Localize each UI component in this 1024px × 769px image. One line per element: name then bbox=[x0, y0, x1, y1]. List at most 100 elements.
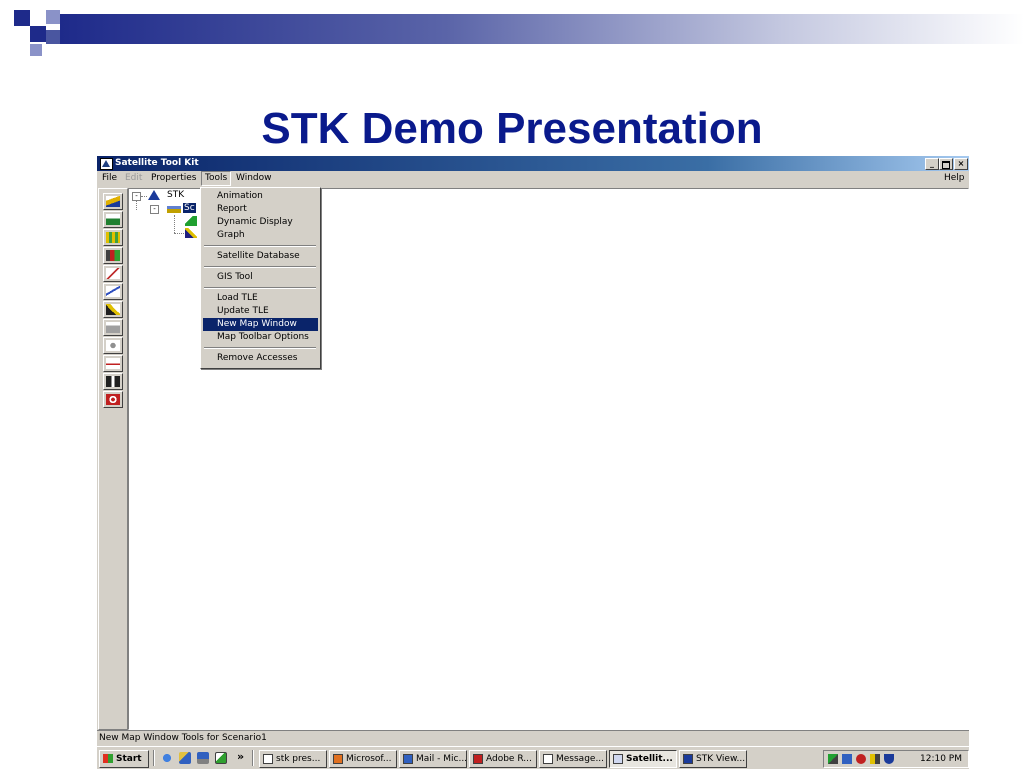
slide-decoration-bar bbox=[60, 14, 1024, 44]
toolbar-button[interactable] bbox=[103, 229, 123, 246]
menu-item-remove-accesses[interactable]: Remove Accesses bbox=[203, 352, 318, 365]
facility-icon bbox=[106, 322, 120, 333]
menu-window[interactable]: Window bbox=[233, 171, 275, 186]
tree-line bbox=[174, 233, 184, 234]
menu-properties[interactable]: Properties bbox=[148, 171, 199, 186]
quicklaunch-more[interactable]: » bbox=[237, 750, 244, 763]
status-text: New Map Window Tools for Scenario1 bbox=[99, 733, 267, 743]
toolbar-button[interactable] bbox=[103, 193, 123, 210]
tree-node-stk[interactable]: STK bbox=[167, 190, 184, 200]
slide-decoration-square bbox=[46, 30, 60, 44]
menu-item-satellite-database[interactable]: Satellite Database bbox=[203, 250, 318, 263]
network-icon[interactable] bbox=[828, 754, 838, 764]
tree-line bbox=[174, 215, 175, 233]
menu-item-dynamic-display[interactable]: Dynamic Display bbox=[203, 216, 318, 229]
scenario-icon bbox=[167, 203, 181, 213]
status-bar: New Map Window Tools for Scenario1 bbox=[97, 730, 969, 745]
menu-item-map-toolbar-options[interactable]: Map Toolbar Options bbox=[203, 331, 318, 344]
toolbar-button[interactable] bbox=[103, 337, 123, 354]
shield-icon[interactable] bbox=[884, 754, 894, 764]
slide-title: STK Demo Presentation bbox=[261, 104, 763, 153]
system-tray: 12:10 PM bbox=[823, 750, 969, 768]
toolbar-button[interactable] bbox=[103, 301, 123, 318]
minimize-button[interactable]: _ bbox=[925, 158, 939, 170]
internet-explorer-icon[interactable] bbox=[161, 752, 173, 764]
toolbar-button[interactable] bbox=[103, 247, 123, 264]
target-icon bbox=[106, 376, 120, 387]
menu-file[interactable]: File bbox=[99, 171, 120, 186]
quicklaunch-divider bbox=[153, 750, 155, 766]
slide-decoration-square bbox=[30, 44, 42, 56]
desktop-icon[interactable] bbox=[197, 752, 209, 764]
menu-separator bbox=[204, 287, 316, 289]
tree-line bbox=[141, 196, 147, 197]
menu-separator bbox=[204, 347, 316, 349]
toolbar-button[interactable] bbox=[103, 211, 123, 228]
message-icon bbox=[543, 754, 553, 764]
start-label: Start bbox=[116, 754, 142, 764]
coverage-icon bbox=[106, 358, 120, 369]
toolbar-button[interactable] bbox=[103, 265, 123, 282]
task-button-adobe-reader[interactable]: Adobe R... bbox=[469, 750, 537, 768]
tree-child-icon bbox=[185, 228, 197, 238]
quicklaunch-divider bbox=[252, 750, 254, 766]
toolbar-button[interactable] bbox=[103, 355, 123, 372]
task-button-stk-presentation[interactable]: stk pres... bbox=[259, 750, 327, 768]
task-button-microsoft[interactable]: Microsof... bbox=[329, 750, 397, 768]
mail-icon bbox=[403, 754, 413, 764]
task-button-stk-view[interactable]: STK View... bbox=[679, 750, 747, 768]
menu-item-animation[interactable]: Animation bbox=[203, 190, 318, 203]
satellite-icon bbox=[106, 196, 120, 207]
grid-icon bbox=[106, 232, 120, 243]
toolbar-button[interactable] bbox=[103, 373, 123, 390]
monitor-icon[interactable] bbox=[842, 754, 852, 764]
menu-item-report[interactable]: Report bbox=[203, 203, 318, 216]
workspace[interactable]: - STK - Sc Animation Report Dynamic Disp… bbox=[128, 187, 969, 730]
building-icon bbox=[106, 250, 120, 261]
clock[interactable]: 12:10 PM bbox=[920, 751, 962, 767]
menu-item-gis-tool[interactable]: GIS Tool bbox=[203, 271, 318, 284]
restore-button[interactable] bbox=[939, 158, 953, 170]
stk-view-icon bbox=[683, 754, 693, 764]
windows-flag-icon bbox=[103, 754, 113, 763]
tree-child-icon bbox=[185, 216, 197, 226]
tree-collapse-toggle[interactable]: - bbox=[150, 205, 159, 214]
channels-icon[interactable] bbox=[215, 752, 227, 764]
volume-icon[interactable] bbox=[870, 754, 880, 764]
menu-item-load-tle[interactable]: Load TLE bbox=[203, 292, 318, 305]
constellation-icon bbox=[106, 340, 120, 351]
tree-node-scenario[interactable]: Sc bbox=[183, 203, 196, 213]
start-button[interactable]: Start bbox=[99, 750, 149, 768]
stk-window: Satellite Tool Kit _ × File Edit Propert… bbox=[97, 156, 969, 769]
menu-item-graph[interactable]: Graph bbox=[203, 229, 318, 242]
task-button-satellite-tool-kit[interactable]: Satellit... bbox=[609, 750, 677, 768]
toolbar-button[interactable] bbox=[103, 319, 123, 336]
menu-separator bbox=[204, 266, 316, 268]
menu-item-new-map-window[interactable]: New Map Window bbox=[203, 318, 318, 331]
antivirus-icon[interactable] bbox=[856, 754, 866, 764]
toolbar-button[interactable] bbox=[103, 283, 123, 300]
bullseye-icon bbox=[106, 394, 120, 405]
satellite-app-icon bbox=[613, 754, 623, 764]
tools-dropdown-menu: Animation Report Dynamic Display Graph S… bbox=[200, 187, 321, 369]
powerpoint-icon bbox=[333, 754, 343, 764]
menu-item-update-tle[interactable]: Update TLE bbox=[203, 305, 318, 318]
taskbar: Start » stk pres... Microsof... Mail - M… bbox=[97, 746, 969, 769]
tree-collapse-toggle[interactable]: - bbox=[132, 192, 141, 201]
window-title: Satellite Tool Kit bbox=[115, 158, 199, 168]
launch-icon bbox=[106, 304, 120, 315]
toolbar-button[interactable] bbox=[103, 391, 123, 408]
chart-icon bbox=[106, 286, 120, 297]
task-button-message[interactable]: Message... bbox=[539, 750, 607, 768]
slide-decoration-square bbox=[30, 26, 46, 42]
title-bar[interactable]: Satellite Tool Kit _ × bbox=[97, 156, 969, 171]
menu-help[interactable]: Help bbox=[941, 171, 968, 186]
menu-tools[interactable]: Tools bbox=[201, 171, 232, 186]
close-button[interactable]: × bbox=[954, 158, 968, 170]
outlook-icon[interactable] bbox=[179, 752, 191, 764]
task-button-mail[interactable]: Mail - Mic... bbox=[399, 750, 467, 768]
slide-decoration-square bbox=[14, 10, 30, 26]
tree-line bbox=[136, 201, 137, 210]
menu-edit[interactable]: Edit bbox=[122, 171, 145, 186]
terrain-icon bbox=[106, 214, 120, 225]
